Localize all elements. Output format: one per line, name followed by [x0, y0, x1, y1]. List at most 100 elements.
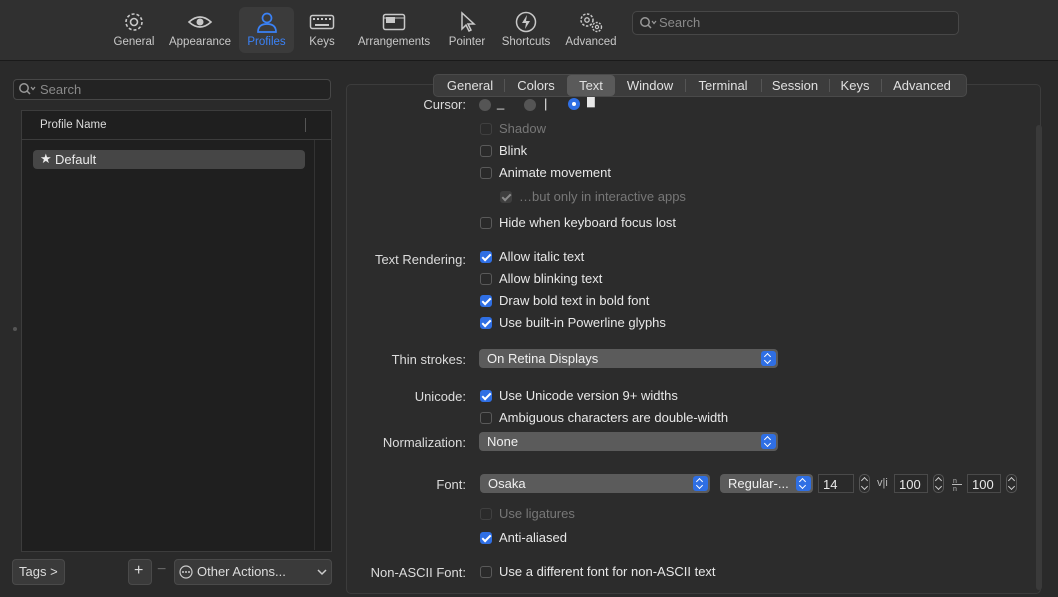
profile-name-column-header[interactable]: Profile Name	[40, 119, 106, 131]
preferences-toolbar: General Appearance Profiles Keys Arrange…	[0, 0, 1058, 61]
unicode9-checkbox[interactable]	[480, 390, 492, 402]
toolbar-label: General	[113, 36, 155, 48]
thin-strokes-label: Thin strokes:	[391, 352, 466, 367]
allow-italic-checkbox[interactable]	[480, 251, 492, 263]
eye-icon	[187, 16, 213, 28]
toolbar-label: Pointer	[448, 36, 486, 48]
toolbar-advanced[interactable]: Advanced	[562, 7, 620, 53]
minus-icon: −	[157, 561, 167, 578]
thin-strokes-popup[interactable]: On Retina Displays	[479, 349, 778, 368]
settings-scrollbar[interactable]	[1036, 125, 1042, 590]
interactive-apps-checkbox[interactable]	[500, 191, 512, 203]
tab-colors[interactable]: Colors	[506, 75, 566, 96]
gears-icon	[580, 13, 603, 33]
toolbar-general[interactable]: General	[111, 7, 157, 53]
profile-table-header[interactable]: Profile Name	[22, 111, 331, 140]
font-family-popup[interactable]: Osaka	[480, 474, 710, 493]
profile-search-placeholder: Search	[40, 82, 82, 97]
add-profile-button[interactable]: +	[128, 559, 152, 585]
bold-font-checkbox[interactable]	[480, 295, 492, 307]
normalization-popup[interactable]: None	[479, 432, 778, 451]
font-style-value: Regular-...	[728, 476, 789, 491]
allow-italic-label: Allow italic text	[499, 249, 585, 264]
tab-general[interactable]: General	[438, 75, 502, 96]
normalization-value: None	[487, 434, 519, 449]
column-divider[interactable]	[305, 118, 306, 132]
updown-arrows-icon	[796, 476, 811, 491]
unicode9-label: Use Unicode version 9+ widths	[499, 388, 678, 403]
font-size-field[interactable]: 14	[818, 474, 854, 493]
tab-keys[interactable]: Keys	[831, 75, 879, 96]
horizontal-spacing-icon: nn	[952, 478, 962, 492]
toolbar-profiles[interactable]: Profiles	[239, 7, 294, 53]
cursor-underline-radio[interactable]	[479, 99, 491, 111]
non-ascii-font-checkbox[interactable]	[480, 566, 492, 578]
tab-text[interactable]: Text	[567, 75, 615, 96]
interactive-apps-label: …but only in interactive apps	[519, 189, 686, 204]
svg-text:n: n	[953, 478, 957, 485]
animate-movement-checkbox[interactable]	[480, 167, 492, 179]
tab-advanced[interactable]: Advanced	[883, 75, 961, 96]
font-label: Font:	[436, 477, 466, 492]
ambiguous-width-checkbox[interactable]	[480, 412, 492, 424]
bolt-icon	[515, 11, 537, 33]
powerline-checkbox[interactable]	[480, 317, 492, 329]
cursor-bar-radio[interactable]	[524, 99, 536, 111]
ellipsis-circle-icon	[179, 565, 193, 579]
vertical-spacing-field[interactable]: 100	[894, 474, 928, 493]
powerline-label: Use built-in Powerline glyphs	[499, 315, 666, 330]
anti-aliased-checkbox[interactable]	[480, 532, 492, 544]
cursor-label: Cursor:	[423, 97, 466, 112]
updown-arrows-icon	[761, 434, 776, 449]
font-family-value: Osaka	[488, 476, 526, 491]
horizontal-spacing-field[interactable]: 100	[967, 474, 1001, 493]
toolbar-label: Keys	[309, 36, 335, 48]
tab-session[interactable]: Session	[763, 75, 827, 96]
ambiguous-width-label: Ambiguous characters are double-width	[499, 410, 729, 425]
toolbar-shortcuts[interactable]: Shortcuts	[498, 7, 554, 53]
ligatures-checkbox[interactable]	[480, 508, 492, 520]
star-icon: ★	[40, 151, 52, 166]
profile-tabs: General Colors Text Window Terminal Sess…	[433, 74, 967, 97]
toolbar-label: Arrangements	[357, 36, 431, 48]
toolbar-search-field[interactable]: Search	[632, 11, 959, 35]
allow-blinking-checkbox[interactable]	[480, 273, 492, 285]
updown-arrows-icon	[761, 351, 776, 366]
profile-row[interactable]: ★ Default	[33, 150, 305, 169]
blink-label: Blink	[499, 143, 528, 158]
bold-font-label: Draw bold text in bold font	[499, 293, 650, 308]
horizontal-spacing-stepper[interactable]	[1006, 474, 1017, 493]
tags-button[interactable]: Tags >	[12, 559, 65, 585]
search-icon	[640, 17, 657, 29]
tab-terminal[interactable]: Terminal	[687, 75, 759, 96]
font-size-stepper[interactable]	[859, 474, 870, 493]
font-style-popup[interactable]: Regular-...	[720, 474, 813, 493]
profile-row-name: Default	[55, 152, 97, 167]
thin-strokes-value: On Retina Displays	[487, 351, 599, 366]
toolbar-arrangements[interactable]: Arrangements	[354, 7, 434, 53]
cursor-bar-glyph: |	[544, 96, 548, 111]
toolbar-appearance[interactable]: Appearance	[167, 7, 233, 53]
cursor-box-radio[interactable]	[568, 98, 580, 110]
vertical-spacing-stepper[interactable]	[933, 474, 944, 493]
text-rendering-label: Text Rendering:	[374, 252, 466, 267]
blink-checkbox[interactable]	[480, 145, 492, 157]
toolbar-keys[interactable]: Keys	[304, 7, 340, 53]
split-view-handle[interactable]	[13, 327, 17, 331]
updown-arrows-icon	[693, 476, 708, 491]
horizontal-spacing-value: 100	[972, 477, 994, 492]
font-size-value: 14	[823, 477, 838, 492]
toolbar-pointer[interactable]: Pointer	[444, 7, 490, 53]
tags-button-label: Tags >	[19, 564, 58, 579]
vertical-spacing-icon: v|i	[877, 477, 888, 489]
shadow-checkbox[interactable]	[480, 123, 492, 135]
text-settings-panel	[346, 84, 1041, 594]
search-icon	[19, 83, 36, 95]
hide-focus-lost-checkbox[interactable]	[480, 217, 492, 229]
normalization-label: Normalization:	[382, 435, 466, 450]
toolbar-label: Profiles	[247, 36, 286, 48]
remove-profile-button[interactable]: −	[152, 559, 172, 583]
toolbar-label: Shortcuts	[501, 36, 551, 48]
anti-aliased-label: Anti-aliased	[499, 530, 567, 545]
tab-window[interactable]: Window	[617, 75, 683, 96]
